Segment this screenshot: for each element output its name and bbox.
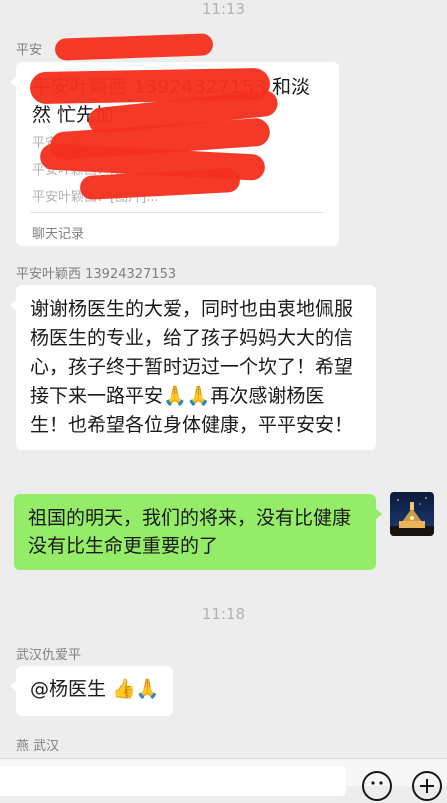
chat-record-label: 聊天记录 xyxy=(32,227,85,242)
bubble-tail xyxy=(10,299,17,311)
sender-name: 燕 武汉 xyxy=(16,739,60,754)
avatar[interactable] xyxy=(390,492,434,536)
avatar-image xyxy=(390,492,434,536)
message-bubble[interactable]: @杨医生 👍🙏 xyxy=(10,666,174,716)
plus-icon xyxy=(420,779,434,793)
timestamp: 11:18 xyxy=(201,605,246,623)
sender-name: 平安叶颖西 13924327153 xyxy=(16,267,177,282)
sender-name: 武汉仇爱平 xyxy=(16,648,82,663)
message-bubble-self[interactable]: 祖国的明天，我们的将来，没有比健康没有比生命更重要的了 xyxy=(14,494,382,570)
sender-name: 平安 xyxy=(16,43,43,58)
message-input[interactable] xyxy=(0,766,346,796)
redaction-mark xyxy=(54,33,214,61)
message-text: @杨医生 👍🙏 xyxy=(30,678,160,700)
bubble-tail xyxy=(10,680,17,692)
emoji-button[interactable] xyxy=(362,771,392,801)
message-bubble[interactable]: 谢谢杨医生的大爱，同时也由衷地佩服杨医生的专业，给了孩子妈妈大大的信心，孩子终于… xyxy=(10,285,376,450)
message-text: 祖国的明天，我们的将来，没有比健康没有比生命更重要的了 xyxy=(28,507,352,557)
more-button[interactable] xyxy=(412,771,442,801)
divider xyxy=(30,212,325,213)
emoji-icon xyxy=(371,781,383,785)
bubble-tail xyxy=(375,508,382,520)
message-text: 谢谢杨医生的大爱，同时也由衷地佩服杨医生的专业，给了孩子妈妈大大的信心，孩子终于… xyxy=(30,298,354,436)
bubble-tail xyxy=(10,76,17,88)
timestamp: 11:13 xyxy=(201,0,246,18)
input-bar xyxy=(0,758,447,801)
